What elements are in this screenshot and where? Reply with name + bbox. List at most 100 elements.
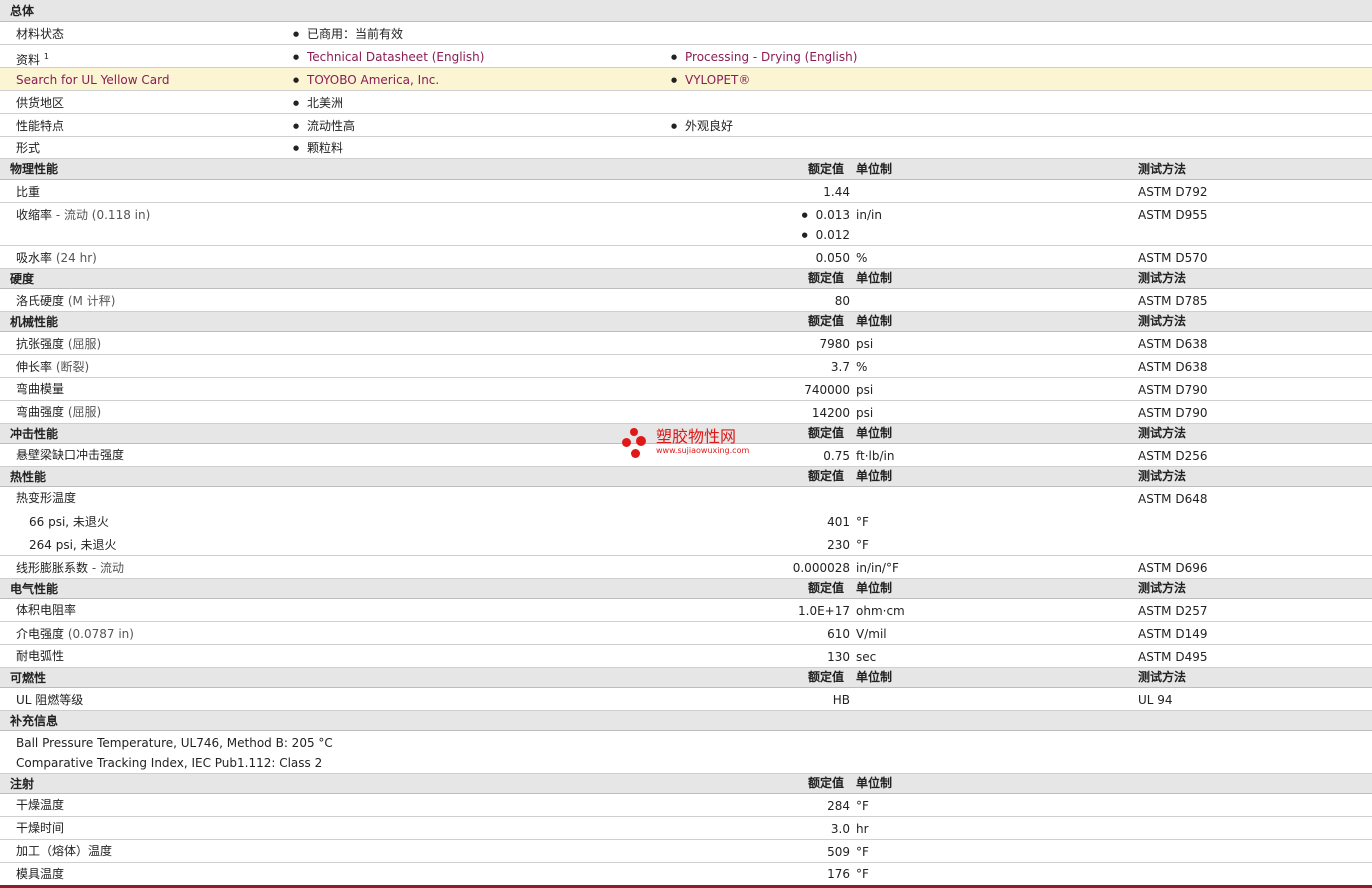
section-physical: 物理性能 额定值 单位制 测试方法 xyxy=(0,159,1372,180)
row-value: 284 xyxy=(827,799,850,813)
watermark-url: www.sujiaowuxing.com xyxy=(656,446,750,455)
header-value: 额定值 xyxy=(808,426,845,440)
row-value: 401 xyxy=(827,515,850,529)
section-thermal: 热性能 额定值 单位制 测试方法 xyxy=(0,467,1372,487)
row-value: 0.75 xyxy=(823,449,850,463)
row-test: ASTM D790 xyxy=(1138,383,1208,397)
row-ul-yellow-card: Search for UL Yellow Card TOYOBO America… xyxy=(0,68,1372,91)
section-flammability: 可燃性 额定值 单位制 测试方法 xyxy=(0,668,1372,688)
row-label: 伸长率 (断裂) xyxy=(16,360,90,374)
row-label: 比重 xyxy=(16,185,41,199)
section-mechanical: 机械性能 额定值 单位制 测试方法 xyxy=(0,312,1372,332)
row-test: ASTM D638 xyxy=(1138,360,1208,374)
header-test: 测试方法 xyxy=(1138,581,1187,595)
section-title: 机械性能 xyxy=(10,315,59,329)
watermark-logo: 塑胶物性网 www.sujiaowuxing.com xyxy=(622,428,749,460)
row-test: ASTM D648 xyxy=(1138,492,1208,506)
header-value: 额定值 xyxy=(808,162,845,176)
company-link[interactable]: TOYOBO America, Inc. xyxy=(293,72,439,88)
row-value: 509 xyxy=(827,845,850,859)
row-rockwell: 洛氏硬度 (M 计秤) 80 ASTM D785 xyxy=(0,289,1372,312)
header-unit: 单位制 xyxy=(856,162,893,176)
row-hdt-66psi: 66 psi, 未退火 401 °F xyxy=(0,510,1372,533)
row-value: 7980 xyxy=(819,337,850,351)
row-hdt-264psi: 264 psi, 未退火 230 °F xyxy=(0,533,1372,556)
row-water-absorption: 吸水率 (24 hr) 0.050 % ASTM D570 xyxy=(0,246,1372,269)
row-specific-gravity: 比重 1.44 ASTM D792 xyxy=(0,180,1372,203)
row-unit: °F xyxy=(856,867,869,881)
logo-dots-icon xyxy=(622,428,652,460)
row-documents: 资料 1 Technical Datasheet (English) Proce… xyxy=(0,45,1372,68)
row-hdt: 热变形温度 ASTM D648 xyxy=(0,487,1372,510)
row-region: 供货地区 北美洲 xyxy=(0,91,1372,114)
row-unit: °F xyxy=(856,845,869,859)
row-tensile-strength: 抗张强度 (屈服) 7980 psi ASTM D638 xyxy=(0,332,1372,355)
row-unit: % xyxy=(856,251,868,265)
processing-drying-link[interactable]: Processing - Drying (English) xyxy=(671,49,857,65)
row-label: 资料 1 xyxy=(16,52,49,67)
header-test: 测试方法 xyxy=(1138,426,1187,440)
row-label: 弯曲模量 xyxy=(16,382,65,396)
row-unit: °F xyxy=(856,538,869,552)
row-label: 悬壁梁缺口冲击强度 xyxy=(16,448,125,462)
row-clte: 线形膨胀系数 - 流动 0.000028 in/in/°F ASTM D696 xyxy=(0,556,1372,579)
row-melt-temp: 加工（熔体）温度 509 °F xyxy=(0,840,1372,863)
row-label: 干燥温度 xyxy=(16,798,65,812)
header-unit: 单位制 xyxy=(856,469,893,483)
header-test: 测试方法 xyxy=(1138,670,1187,684)
header-unit: 单位制 xyxy=(856,670,893,684)
technical-datasheet-link[interactable]: Technical Datasheet (English) xyxy=(293,49,484,65)
region-value: 北美洲 xyxy=(293,95,343,111)
row-value: HB xyxy=(832,693,850,707)
section-title: 注射 xyxy=(10,777,35,791)
row-unit: psi xyxy=(856,383,874,397)
row-label: 洛氏硬度 (M 计秤) xyxy=(16,294,116,308)
product-link[interactable]: VYLOPET® xyxy=(671,72,750,88)
row-unit: sec xyxy=(856,650,877,664)
row-unit: in/in/°F xyxy=(856,561,899,575)
status-value: 已商用：当前有效 xyxy=(293,26,403,42)
row-test: ASTM D790 xyxy=(1138,406,1208,420)
row-drying-temp: 干燥温度 284 °F xyxy=(0,794,1372,817)
section-general: 总体 xyxy=(0,0,1372,22)
section-title: 总体 xyxy=(10,4,35,18)
row-mold-temp: 模具温度 176 °F xyxy=(0,863,1372,885)
row-value: 1.44 xyxy=(823,185,850,199)
row-label: 抗张强度 (屈服) xyxy=(16,337,102,351)
header-unit: 单位制 xyxy=(856,314,893,328)
row-test: ASTM D570 xyxy=(1138,251,1208,265)
row-value: 0.013 xyxy=(801,207,850,223)
row-ul-rating: UL 阻燃等级 HB UL 94 xyxy=(0,688,1372,711)
section-title: 电气性能 xyxy=(10,582,59,596)
row-label: 耐电弧性 xyxy=(16,649,65,663)
row-unit: ft·lb/in xyxy=(856,449,895,463)
row-label: 264 psi, 未退火 xyxy=(29,538,117,552)
row-label: 加工（熔体）温度 xyxy=(16,844,113,858)
section-title: 热性能 xyxy=(10,470,47,484)
row-label: 供货地区 xyxy=(16,96,65,110)
section-injection: 注射 额定值 单位制 xyxy=(0,774,1372,794)
form-value: 颗粒料 xyxy=(293,140,343,156)
header-value: 额定值 xyxy=(808,581,845,595)
row-value: 230 xyxy=(827,538,850,552)
header-test: 测试方法 xyxy=(1138,271,1187,285)
row-label: 材料状态 xyxy=(16,27,65,41)
row-unit: ohm·cm xyxy=(856,604,905,618)
row-value: 3.0 xyxy=(830,822,850,836)
row-label: 形式 xyxy=(16,141,41,155)
row-unit: % xyxy=(856,360,868,374)
ul-yellow-card-link[interactable]: Search for UL Yellow Card xyxy=(16,72,169,88)
header-test: 测试方法 xyxy=(1138,162,1187,176)
header-unit: 单位制 xyxy=(856,426,893,440)
row-value: 176 xyxy=(827,867,850,881)
row-value: 130 xyxy=(827,650,850,664)
row-label: 介电强度 (0.0787 in) xyxy=(16,627,134,641)
row-test: UL 94 xyxy=(1138,693,1173,707)
header-unit: 单位制 xyxy=(856,776,893,790)
row-flexural-modulus: 弯曲模量 740000 psi ASTM D790 xyxy=(0,378,1372,401)
header-unit: 单位制 xyxy=(856,271,893,285)
row-status: 材料状态 已商用：当前有效 xyxy=(0,22,1372,45)
row-test: ASTM D955 xyxy=(1138,208,1208,222)
row-label: 热变形温度 xyxy=(16,491,77,505)
row-test: ASTM D792 xyxy=(1138,185,1208,199)
